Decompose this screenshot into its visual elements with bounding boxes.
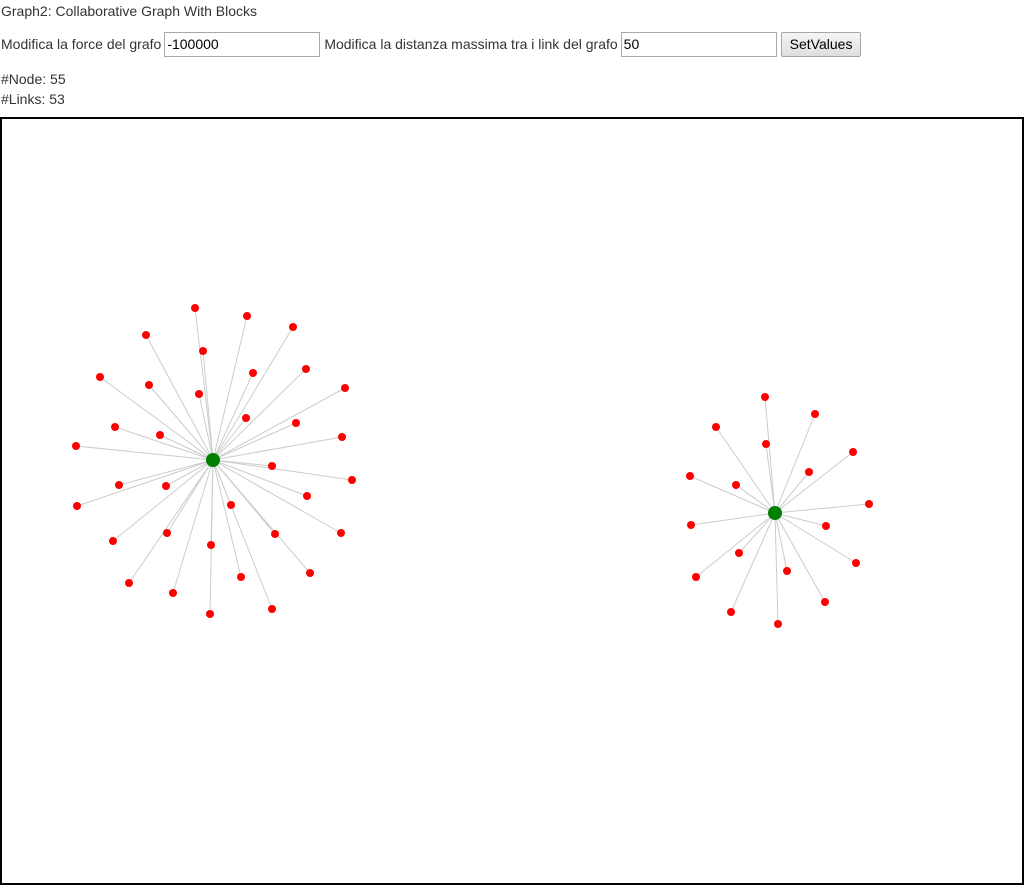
graph-link xyxy=(774,503,870,514)
graph-link xyxy=(774,512,827,527)
graph-link xyxy=(764,396,776,514)
graph-link xyxy=(212,387,346,461)
distance-input[interactable] xyxy=(620,31,777,57)
graph-node[interactable] xyxy=(242,414,250,422)
graph-stats: #Node: 55 #Links: 53 xyxy=(1,69,66,109)
graph-node[interactable] xyxy=(338,433,346,441)
set-values-button[interactable]: SetValues xyxy=(780,31,862,57)
graph-node[interactable] xyxy=(303,492,311,500)
graph-link xyxy=(99,376,214,461)
graph-link xyxy=(212,459,308,497)
graph-link xyxy=(774,512,857,564)
graph-link xyxy=(774,451,854,514)
graph-link xyxy=(212,459,311,574)
graph-link xyxy=(774,512,779,625)
graph-node[interactable] xyxy=(72,442,80,450)
graph-node[interactable] xyxy=(337,529,345,537)
graph-node[interactable] xyxy=(237,573,245,581)
graph-node[interactable] xyxy=(199,347,207,355)
graph-node[interactable] xyxy=(732,481,740,489)
graph-node[interactable] xyxy=(302,365,310,373)
graph-node[interactable] xyxy=(249,369,257,377)
graph-node[interactable] xyxy=(865,500,873,508)
graph-link xyxy=(212,459,342,534)
graph-link xyxy=(212,459,242,578)
graph-node[interactable] xyxy=(109,537,117,545)
graph-link xyxy=(730,512,776,613)
graph-node[interactable] xyxy=(692,573,700,581)
graph-node[interactable] xyxy=(268,605,276,613)
graph-node[interactable] xyxy=(811,410,819,418)
links-layer xyxy=(75,307,870,625)
graph-node[interactable] xyxy=(292,419,300,427)
graph-node[interactable] xyxy=(156,431,164,439)
graph-node[interactable] xyxy=(821,598,829,606)
graph-node[interactable] xyxy=(243,312,251,320)
graph-node[interactable] xyxy=(125,579,133,587)
graph-link xyxy=(212,459,353,481)
graph-node[interactable] xyxy=(207,541,215,549)
graph-node[interactable] xyxy=(268,462,276,470)
graph-node[interactable] xyxy=(712,423,720,431)
graph-link xyxy=(774,512,826,603)
graph-link xyxy=(172,459,214,594)
graph-node[interactable] xyxy=(735,549,743,557)
graph-node[interactable] xyxy=(271,530,279,538)
graph-node[interactable] xyxy=(96,373,104,381)
link-count: #Links: 53 xyxy=(1,91,65,107)
graph-svg[interactable] xyxy=(2,119,1022,883)
graph-node[interactable] xyxy=(73,502,81,510)
force-label: Modifica la force del grafo xyxy=(1,36,162,52)
graph-node[interactable] xyxy=(289,323,297,331)
graph-node[interactable] xyxy=(686,472,694,480)
graph-link xyxy=(76,459,214,507)
graph-node[interactable] xyxy=(762,440,770,448)
page-title: Graph2: Collaborative Graph With Blocks xyxy=(1,3,257,19)
graph-node[interactable] xyxy=(115,481,123,489)
node-count: #Node: 55 xyxy=(1,71,66,87)
graph-node[interactable] xyxy=(761,393,769,401)
force-input[interactable] xyxy=(164,31,321,57)
graph-link xyxy=(774,471,810,514)
graph-node[interactable] xyxy=(145,381,153,389)
graph-node[interactable] xyxy=(191,304,199,312)
graph-link xyxy=(209,459,214,615)
graph-link xyxy=(212,459,273,610)
graph-link xyxy=(159,434,214,461)
graph-node[interactable] xyxy=(142,331,150,339)
graph-node[interactable] xyxy=(195,390,203,398)
graph-node[interactable] xyxy=(852,559,860,567)
graph-link xyxy=(128,459,214,584)
graph-link xyxy=(774,413,816,514)
graph-node[interactable] xyxy=(341,384,349,392)
graph-node[interactable] xyxy=(849,448,857,456)
graph-node[interactable] xyxy=(805,468,813,476)
graph-node[interactable] xyxy=(822,522,830,530)
graph-node[interactable] xyxy=(783,567,791,575)
graph-link xyxy=(212,422,297,461)
graph-canvas[interactable] xyxy=(0,117,1024,885)
graph-node[interactable] xyxy=(348,476,356,484)
controls-bar: Modifica la force del grafo Modifica la … xyxy=(1,31,862,57)
graph-node[interactable] xyxy=(687,521,695,529)
graph-node[interactable] xyxy=(162,482,170,490)
distance-label: Modifica la distanza massima tra i link … xyxy=(324,36,618,52)
graph-hub-node[interactable] xyxy=(206,453,220,467)
graph-node[interactable] xyxy=(227,501,235,509)
graph-node[interactable] xyxy=(306,569,314,577)
graph-hub-node[interactable] xyxy=(768,506,782,520)
graph-node[interactable] xyxy=(774,620,782,628)
graph-node[interactable] xyxy=(727,608,735,616)
graph-link xyxy=(112,459,214,542)
graph-node[interactable] xyxy=(169,589,177,597)
graph-node[interactable] xyxy=(206,610,214,618)
graph-link xyxy=(738,512,776,554)
graph-node[interactable] xyxy=(111,423,119,431)
graph-link xyxy=(194,307,214,461)
graph-node[interactable] xyxy=(163,529,171,537)
